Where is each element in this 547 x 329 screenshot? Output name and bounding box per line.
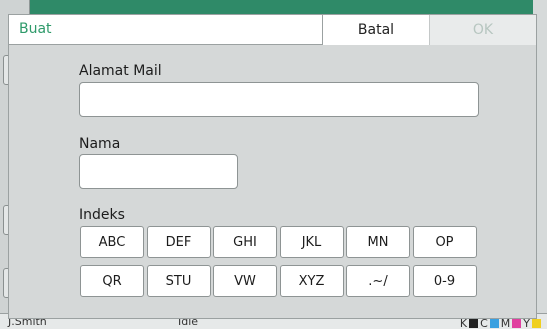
index-key-5-r1[interactable]: OP bbox=[412, 226, 477, 258]
index-key-0-r2[interactable]: QR bbox=[80, 265, 144, 297]
index-key-0-r1[interactable]: ABC bbox=[80, 226, 144, 258]
ink-c-icon bbox=[489, 319, 499, 328]
dialog-header: Buat Batal OK bbox=[9, 15, 536, 45]
index-label: Indeks bbox=[79, 207, 125, 223]
ok-button[interactable]: OK bbox=[429, 15, 536, 45]
index-key-1-r1[interactable]: DEF bbox=[146, 226, 211, 258]
background-header bbox=[30, 0, 530, 14]
index-key-4-r1[interactable]: MN bbox=[346, 226, 410, 258]
index-key-4-r2[interactable]: .~/ bbox=[346, 265, 410, 297]
cancel-button[interactable]: Batal bbox=[322, 15, 429, 45]
index-key-5-r2[interactable]: 0-9 bbox=[412, 265, 477, 297]
ink-y-icon bbox=[532, 319, 541, 328]
index-key-3-r1[interactable]: JKL bbox=[279, 226, 344, 258]
index-key-2-r1[interactable]: GHI bbox=[213, 226, 277, 258]
email-field[interactable] bbox=[79, 82, 479, 117]
ink-k-icon bbox=[469, 319, 479, 328]
dialog-title: Buat bbox=[19, 21, 52, 37]
email-label: Alamat Mail bbox=[79, 63, 162, 79]
ink-m-icon bbox=[512, 319, 522, 328]
index-key-1-r2[interactable]: STU bbox=[146, 265, 211, 297]
index-key-3-r2[interactable]: XYZ bbox=[279, 265, 344, 297]
name-field[interactable] bbox=[79, 154, 238, 189]
index-key-2-r2[interactable]: VW bbox=[213, 265, 277, 297]
create-dialog: Buat Batal OK Alamat Mail Nama Indeks AB… bbox=[8, 14, 537, 319]
name-label: Nama bbox=[79, 136, 121, 152]
